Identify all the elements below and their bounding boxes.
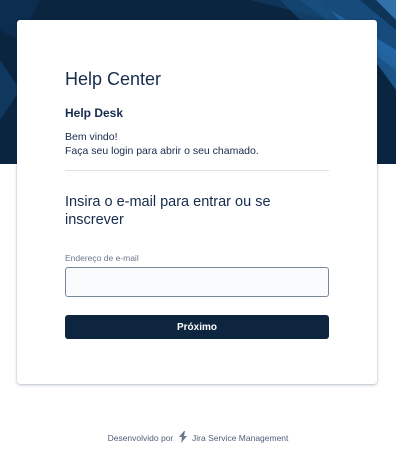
divider [65, 170, 329, 171]
product-link[interactable]: Jira Service Management [192, 433, 288, 443]
email-input[interactable] [65, 267, 329, 297]
email-label: Endereço de e-mail [65, 253, 139, 263]
portal-name: Help Desk [65, 106, 124, 120]
welcome-message: Bem vindo! Faça seu login para abrir o s… [65, 130, 329, 158]
footer: Desenvolvido por Jira Service Management [0, 431, 396, 446]
jira-service-management-icon [178, 431, 188, 446]
login-heading: Insira o e-mail para entrar ou se inscre… [65, 194, 271, 228]
welcome-line: Bem vindo! [65, 131, 118, 143]
welcome-line: Faça seu login para abrir o seu chamado. [65, 145, 259, 157]
powered-by-text: Desenvolvido por [107, 432, 174, 443]
login-card: Help Center Help Desk Bem vindo! Faça se… [17, 20, 377, 384]
next-button[interactable]: Próximo [65, 315, 329, 339]
page-title: Help Center [65, 69, 162, 89]
